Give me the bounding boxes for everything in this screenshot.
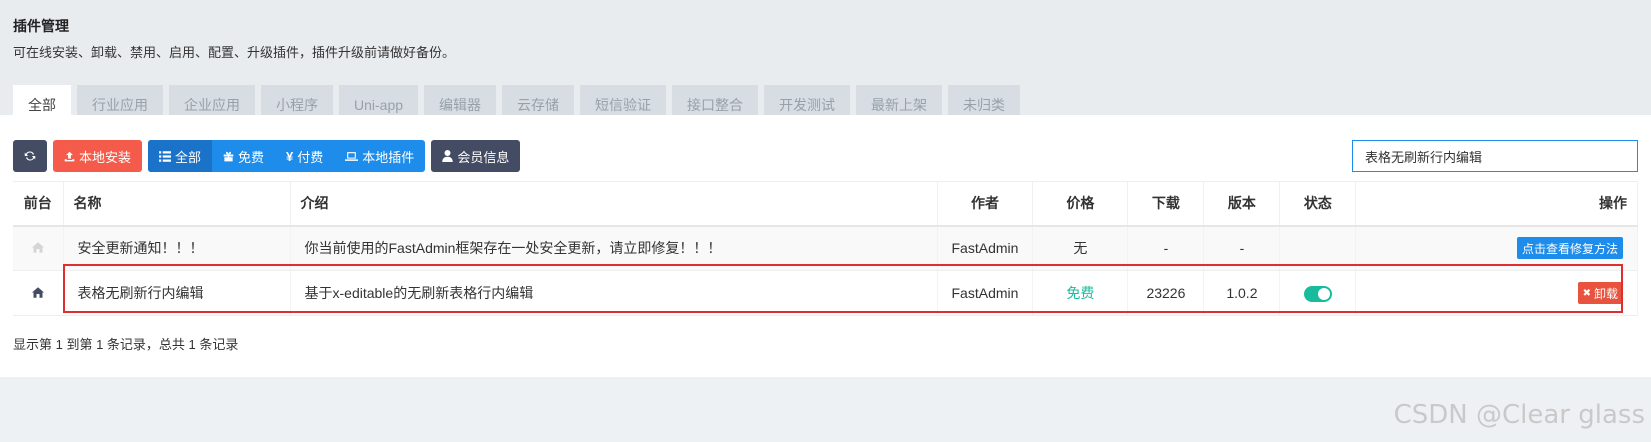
page-description: 可在线安装、卸载、禁用、启用、配置、升级插件，插件升级前请做好备份。 <box>13 45 456 60</box>
col-intro: 介绍 <box>290 181 938 227</box>
plugin-status <box>1279 225 1357 271</box>
plugin-author: FastAdmin <box>937 270 1034 316</box>
plugin-price: 免费 <box>1032 270 1129 316</box>
filter-all-label: 全部 <box>175 149 202 165</box>
home-icon <box>31 287 44 298</box>
local-install-label: 本地安装 <box>79 149 132 165</box>
upload-icon <box>64 151 75 161</box>
watermark: CSDN @Clear glass <box>1393 400 1645 430</box>
page-title: 插件管理 <box>13 18 69 34</box>
plugin-name: 表格无刷新行内编辑 <box>63 270 291 316</box>
filter-free-label: 免费 <box>238 149 265 165</box>
plugin-actions: 点击查看修复方法 <box>1355 225 1638 271</box>
member-info-label: 会员信息 <box>457 149 510 165</box>
frontend-cell[interactable] <box>13 270 64 316</box>
plugin-intro: 你当前使用的FastAdmin框架存在一处安全更新，请立即修复！！！ <box>290 225 938 271</box>
plugin-author: FastAdmin <box>937 225 1034 271</box>
page-header: 插件管理 可在线安装、卸载、禁用、启用、配置、升级插件，插件升级前请做好备份。 … <box>0 0 1651 126</box>
filter-local-button[interactable]: 本地插件 <box>334 140 425 172</box>
col-author[interactable]: 作者 <box>937 181 1034 227</box>
refresh-icon <box>24 151 36 161</box>
yen-icon: ¥ <box>286 148 294 164</box>
local-install-button[interactable]: 本地安装 <box>53 140 143 172</box>
search-input[interactable] <box>1352 140 1638 172</box>
filter-paid-button[interactable]: ¥ 付费 <box>275 140 334 172</box>
plugin-version: - <box>1203 225 1281 271</box>
plugin-name: 安全更新通知！！！ <box>63 225 291 271</box>
plugin-version: 1.0.2 <box>1203 270 1281 316</box>
col-status: 状态 <box>1279 181 1357 227</box>
plugin-panel: 本地安装 全部 免费 ¥ 付费 本地插件 会员信息 表格无刷新行内编辑 前台 名… <box>0 115 1651 395</box>
filter-all-button[interactable]: 全部 <box>148 140 213 172</box>
filter-local-label: 本地插件 <box>362 149 415 165</box>
gift-icon <box>223 151 234 161</box>
list-icon <box>159 150 172 162</box>
member-info-button[interactable]: 会员信息 <box>431 140 521 172</box>
refresh-button[interactable] <box>13 140 47 172</box>
plugin-intro: 基于x-editable的无刷新表格行内编辑 <box>290 270 938 316</box>
plugin-downloads: - <box>1127 225 1205 271</box>
plugin-table: 前台 名称 介绍 作者 价格 下载 版本 状态 操作 安全更新通知！！！ 你当前… <box>13 181 1638 316</box>
frontend-cell <box>13 225 64 271</box>
col-price[interactable]: 价格 <box>1032 181 1129 227</box>
col-version[interactable]: 版本 <box>1203 181 1281 227</box>
col-downloads[interactable]: 下载 <box>1127 181 1205 227</box>
col-actions: 操作 <box>1355 181 1638 227</box>
table-row: 安全更新通知！！！ 你当前使用的FastAdmin框架存在一处安全更新，请立即修… <box>13 225 1638 271</box>
view-fix-button[interactable]: 点击查看修复方法 <box>1516 237 1623 260</box>
close-icon: ✖ <box>1582 287 1591 299</box>
filter-group: 全部 免费 ¥ 付费 本地插件 <box>148 140 426 172</box>
user-icon <box>442 150 454 162</box>
status-toggle[interactable] <box>1303 285 1332 302</box>
plugin-price: 无 <box>1032 225 1129 271</box>
toolbar: 本地安装 全部 免费 ¥ 付费 本地插件 会员信息 <box>13 140 1638 172</box>
plugin-downloads: 23226 <box>1127 270 1205 316</box>
col-frontend: 前台 <box>13 181 64 227</box>
plugin-status <box>1279 270 1357 316</box>
table-row: 表格无刷新行内编辑 基于x-editable的无刷新表格行内编辑 FastAdm… <box>13 270 1638 316</box>
filter-paid-label: 付费 <box>297 149 324 165</box>
uninstall-label: 卸载 <box>1593 286 1618 301</box>
plugin-actions: ✖ 卸载 <box>1355 270 1638 316</box>
pagination-info: 显示第 1 到第 1 条记录，总共 1 条记录 <box>13 337 239 352</box>
col-name[interactable]: 名称 <box>63 181 291 227</box>
uninstall-button[interactable]: ✖ 卸载 <box>1577 282 1623 304</box>
filter-free-button[interactable]: 免费 <box>212 140 275 172</box>
laptop-icon <box>345 151 359 161</box>
home-icon <box>31 242 44 253</box>
